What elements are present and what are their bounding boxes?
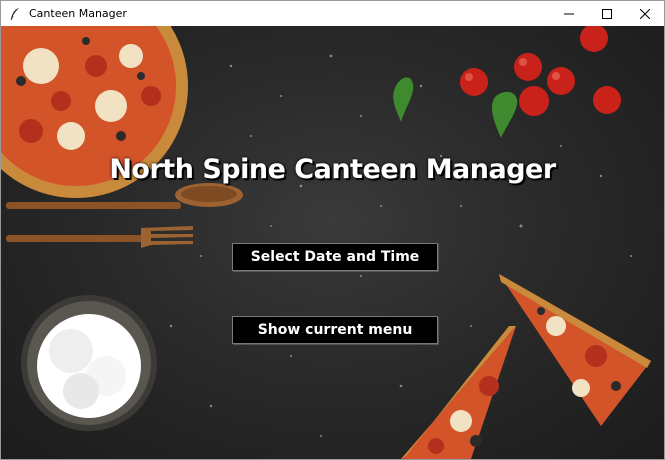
window-controls <box>550 1 664 26</box>
maximize-icon <box>602 4 612 23</box>
maximize-button[interactable] <box>588 1 626 26</box>
app-window: Canteen Manager North Spine Canteen Mana… <box>0 0 665 460</box>
page-title: North Spine Canteen Manager <box>109 154 556 185</box>
window-title: Canteen Manager <box>29 7 127 20</box>
background-canvas: North Spine Canteen Manager Select Date … <box>1 26 664 459</box>
close-button[interactable] <box>626 1 664 26</box>
feather-icon <box>7 6 23 22</box>
select-date-time-button[interactable]: Select Date and Time <box>232 243 438 271</box>
title-bar[interactable]: Canteen Manager <box>1 1 664 26</box>
close-icon <box>639 4 651 23</box>
minimize-button[interactable] <box>550 1 588 26</box>
show-current-menu-button[interactable]: Show current menu <box>232 316 438 344</box>
minimize-icon <box>564 4 574 23</box>
